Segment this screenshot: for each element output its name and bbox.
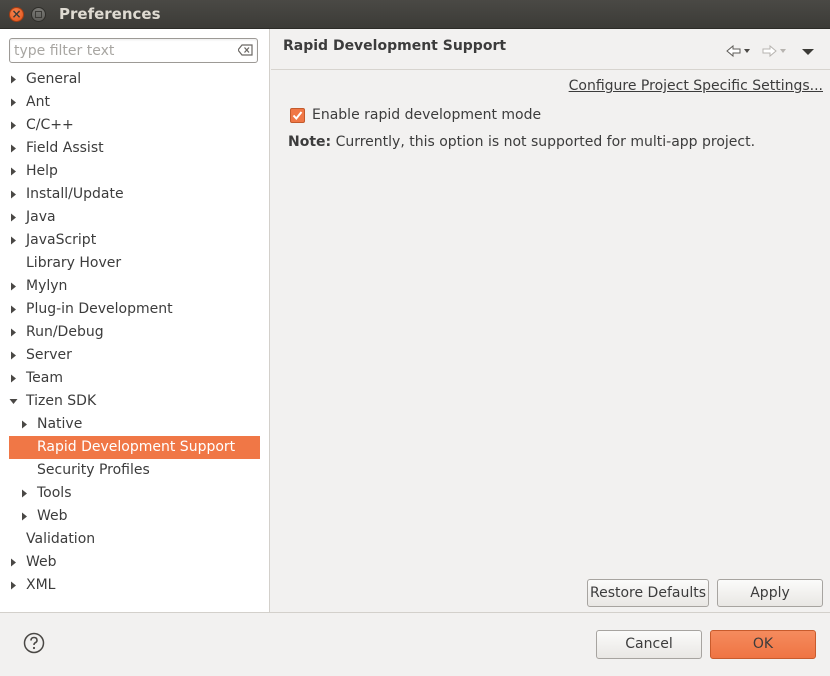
apply-button[interactable]: Apply — [717, 579, 823, 607]
tree-item-label: Web — [26, 554, 57, 570]
tree-item-library-hover[interactable]: Library Hover — [0, 252, 270, 275]
tree-item-install-update[interactable]: Install/Update — [0, 183, 270, 206]
tree-item-validation[interactable]: Validation — [0, 528, 270, 551]
tree-item-label: Tizen SDK — [26, 393, 97, 409]
tree-item-label: Plug-in Development — [26, 301, 173, 317]
tree-item-help[interactable]: Help — [0, 160, 270, 183]
preferences-tree: General Ant C/C++ Field Assist Help Install/U… — [0, 68, 270, 597]
collapsed-triangle-icon[interactable] — [9, 321, 19, 344]
tree-item-java[interactable]: Java — [0, 206, 270, 229]
collapsed-triangle-icon[interactable] — [9, 551, 19, 574]
tree-item-label: Tools — [37, 485, 72, 501]
collapsed-triangle-icon[interactable] — [9, 344, 19, 367]
tree-item-label: Native — [37, 416, 83, 432]
page-header: Rapid Development Support — [271, 29, 830, 70]
enable-rapid-dev-checkbox[interactable] — [290, 108, 305, 123]
collapsed-triangle-icon[interactable] — [9, 68, 19, 91]
tree-item-label: C/C++ — [26, 117, 74, 133]
close-icon: × — [11, 7, 22, 21]
tree-item-label: Run/Debug — [26, 324, 104, 340]
title-bar: × Preferences — [0, 0, 830, 29]
tree-item-label: Help — [26, 163, 58, 179]
note-text: Note: Currently, this option is not supp… — [288, 134, 755, 150]
clear-filter-icon[interactable] — [238, 44, 253, 56]
tree-item-general[interactable]: General — [0, 68, 270, 91]
collapsed-triangle-icon[interactable] — [9, 206, 19, 229]
tree-item-label: XML — [26, 577, 56, 593]
tree-item-label: General — [26, 71, 82, 87]
tree-item-label: Web — [37, 508, 68, 524]
checkmark-icon — [292, 111, 303, 121]
tree-item-label: JavaScript — [26, 232, 97, 248]
tree-item-rapid-development-support-child[interactable]: Rapid Development Support — [9, 436, 260, 459]
tree-item-label: Library Hover — [26, 255, 122, 271]
note-label: Note: — [288, 134, 332, 150]
minimize-icon — [35, 11, 42, 18]
window-minimize-button[interactable] — [31, 7, 46, 22]
note-message: Currently, this option is not supported … — [331, 134, 756, 150]
collapsed-triangle-icon[interactable] — [9, 367, 19, 390]
tree-item-c-c[interactable]: C/C++ — [0, 114, 270, 137]
preference-page: Rapid Development Support Configure Proj… — [271, 29, 830, 612]
tree-item-xml[interactable]: XML — [0, 574, 270, 597]
tree-item-label: Rapid Development Support — [37, 439, 236, 455]
tree-item-label: Install/Update — [26, 186, 124, 202]
collapsed-triangle-icon[interactable] — [20, 413, 30, 436]
configure-project-settings-link[interactable]: Configure Project Specific Settings... — [569, 78, 823, 94]
window-close-button[interactable]: × — [9, 7, 24, 22]
tree-item-ant[interactable]: Ant — [0, 91, 270, 114]
collapsed-triangle-icon[interactable] — [9, 275, 19, 298]
tree-item-tools-child[interactable]: Tools — [0, 482, 270, 505]
forward-arrow-icon[interactable] — [761, 43, 791, 59]
tree-item-server[interactable]: Server — [0, 344, 270, 367]
collapsed-triangle-icon[interactable] — [20, 505, 30, 528]
tree-item-javascript[interactable]: JavaScript — [0, 229, 270, 252]
tree-item-tizen-sdk[interactable]: Tizen SDK — [0, 390, 270, 413]
tree-item-label: Ant — [26, 94, 50, 110]
window-title: Preferences — [59, 5, 161, 23]
collapsed-triangle-icon[interactable] — [9, 114, 19, 137]
tree-item-mylyn[interactable]: Mylyn — [0, 275, 270, 298]
ok-button[interactable]: OK — [710, 630, 816, 659]
collapsed-triangle-icon[interactable] — [20, 482, 30, 505]
tree-item-label: Server — [26, 347, 72, 363]
preferences-tree-pane: General Ant C/C++ Field Assist Help Install/U… — [0, 29, 270, 612]
collapsed-triangle-icon[interactable] — [9, 91, 19, 114]
view-menu-icon[interactable] — [801, 48, 815, 56]
tree-item-web[interactable]: Web — [0, 551, 270, 574]
back-arrow-icon[interactable] — [725, 43, 755, 59]
page-title: Rapid Development Support — [283, 38, 507, 54]
collapsed-triangle-icon[interactable] — [9, 574, 19, 597]
tree-item-native-child[interactable]: Native — [0, 413, 270, 436]
expanded-triangle-icon[interactable] — [9, 390, 19, 413]
filter-box — [9, 38, 258, 63]
tree-item-label: Field Assist — [26, 140, 104, 156]
tree-item-security-profiles-child[interactable]: Security Profiles — [0, 459, 270, 482]
filter-input[interactable] — [14, 41, 229, 60]
tree-item-label: Validation — [26, 531, 96, 547]
collapsed-triangle-icon[interactable] — [9, 137, 19, 160]
tree-item-web-child[interactable]: Web — [0, 505, 270, 528]
collapsed-triangle-icon[interactable] — [9, 183, 19, 206]
collapsed-triangle-icon[interactable] — [9, 298, 19, 321]
collapsed-triangle-icon[interactable] — [9, 229, 19, 252]
tree-item-team[interactable]: Team — [0, 367, 270, 390]
enable-rapid-dev-label: Enable rapid development mode — [312, 107, 542, 123]
restore-defaults-button[interactable]: Restore Defaults — [587, 579, 709, 607]
dialog-button-bar: Cancel OK — [0, 612, 830, 676]
tree-item-label: Mylyn — [26, 278, 68, 294]
tree-item-field-assist[interactable]: Field Assist — [0, 137, 270, 160]
collapsed-triangle-icon[interactable] — [9, 160, 19, 183]
tree-item-label: Security Profiles — [37, 462, 150, 478]
tree-item-label: Java — [26, 209, 56, 225]
cancel-button[interactable]: Cancel — [596, 630, 702, 659]
tree-item-label: Team — [26, 370, 64, 386]
tree-item-plug-in-development[interactable]: Plug-in Development — [0, 298, 270, 321]
tree-item-run-debug[interactable]: Run/Debug — [0, 321, 270, 344]
help-icon[interactable] — [23, 632, 45, 654]
